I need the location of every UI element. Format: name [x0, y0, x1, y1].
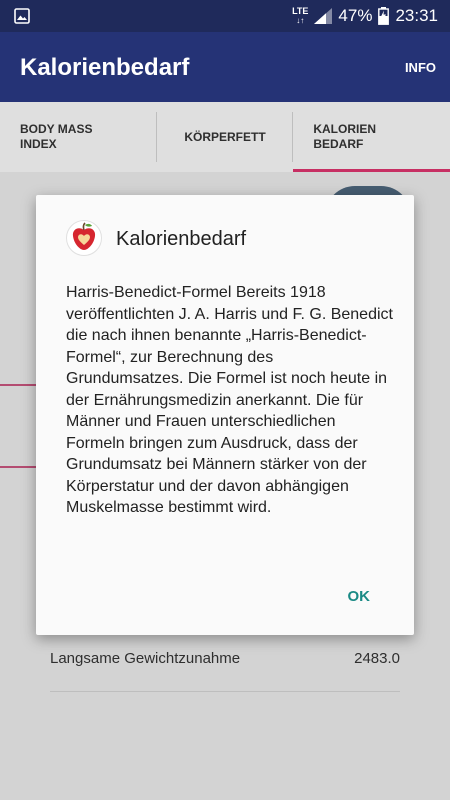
- image-notification-icon: [14, 8, 30, 24]
- app-title: Kalorienbedarf: [20, 54, 190, 81]
- signal-icon: [314, 8, 333, 24]
- battery-charging-icon: [378, 7, 390, 25]
- ok-button[interactable]: OK: [348, 588, 371, 605]
- app-bar: Kalorienbedarf INFO: [0, 32, 450, 102]
- network-type-label: LTE ↓↑: [292, 6, 309, 26]
- dialog-title: Kalorienbedarf: [116, 228, 247, 250]
- info-button[interactable]: INFO: [405, 60, 436, 75]
- apple-heart-icon: [66, 220, 102, 256]
- info-dialog: Kalorienbedarf Harris-Benedict-Formel Be…: [36, 195, 414, 635]
- dialog-message: Harris-Benedict-Formel Bereits 1918 verö…: [66, 284, 393, 516]
- battery-percent: 47%: [338, 6, 373, 25]
- clock: 23:31: [395, 6, 438, 25]
- status-bar: LTE ↓↑ 47% 23:31: [0, 0, 450, 32]
